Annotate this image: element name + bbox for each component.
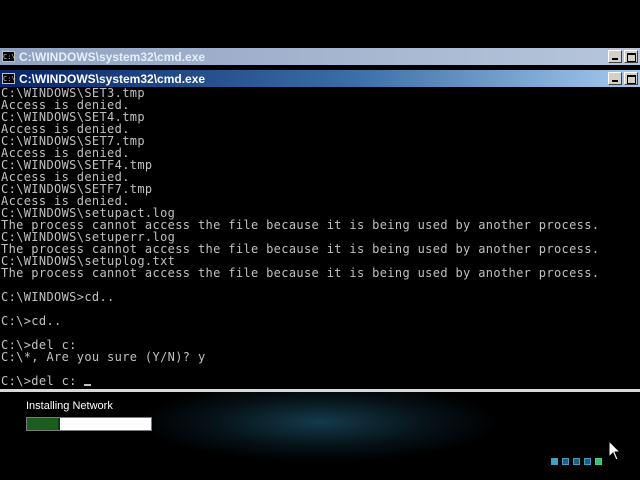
step-dot-icon bbox=[595, 458, 602, 465]
mouse-pointer-icon bbox=[609, 441, 621, 461]
minimize-button[interactable] bbox=[608, 72, 622, 85]
setup-progress-bar bbox=[26, 417, 152, 431]
console-line: The process cannot access the file becau… bbox=[1, 266, 600, 280]
step-dot-icon bbox=[562, 458, 569, 465]
setup-status-label: Installing Network bbox=[26, 400, 113, 412]
console-line: C:\>cd.. bbox=[1, 314, 62, 328]
minimize-button[interactable] bbox=[608, 50, 622, 63]
cmd-app-icon: C:\ bbox=[2, 51, 16, 62]
step-dot-icon bbox=[551, 458, 558, 465]
window-title: C:\WINDOWS\system32\cmd.exe bbox=[19, 49, 206, 64]
setup-step-indicator bbox=[551, 458, 602, 465]
setup-background: Installing Network bbox=[0, 392, 640, 480]
console-prompt-line[interactable]: C:\>del c: bbox=[0, 375, 640, 387]
text-cursor-icon bbox=[84, 384, 92, 386]
step-dot-icon bbox=[573, 458, 580, 465]
window-title: C:\WINDOWS\system32\cmd.exe bbox=[19, 71, 206, 86]
cmd-window-titlebar-active[interactable]: C:\ C:\WINDOWS\system32\cmd.exe bbox=[0, 70, 640, 87]
maximize-button[interactable] bbox=[624, 50, 638, 63]
progress-bar-fill bbox=[27, 418, 61, 430]
console-line: C:\WINDOWS>cd.. bbox=[1, 290, 115, 304]
cmd-window-titlebar-inactive[interactable]: C:\ C:\WINDOWS\system32\cmd.exe bbox=[0, 48, 640, 65]
console-line: C:\*, Are you sure (Y/N)? y bbox=[1, 350, 206, 364]
step-dot-icon bbox=[584, 458, 591, 465]
console-lines: C:\WINDOWS\SET3.tmp Access is denied. C:\W… bbox=[0, 87, 640, 375]
cmd-app-icon: C:\ bbox=[2, 73, 16, 84]
console-prompt-text: C:\>del c: bbox=[1, 374, 85, 388]
console-output[interactable]: C:\WINDOWS\SET3.tmp Access is denied. C:\W… bbox=[0, 87, 640, 389]
maximize-button[interactable] bbox=[624, 72, 638, 85]
screen-top-area bbox=[0, 0, 640, 47]
